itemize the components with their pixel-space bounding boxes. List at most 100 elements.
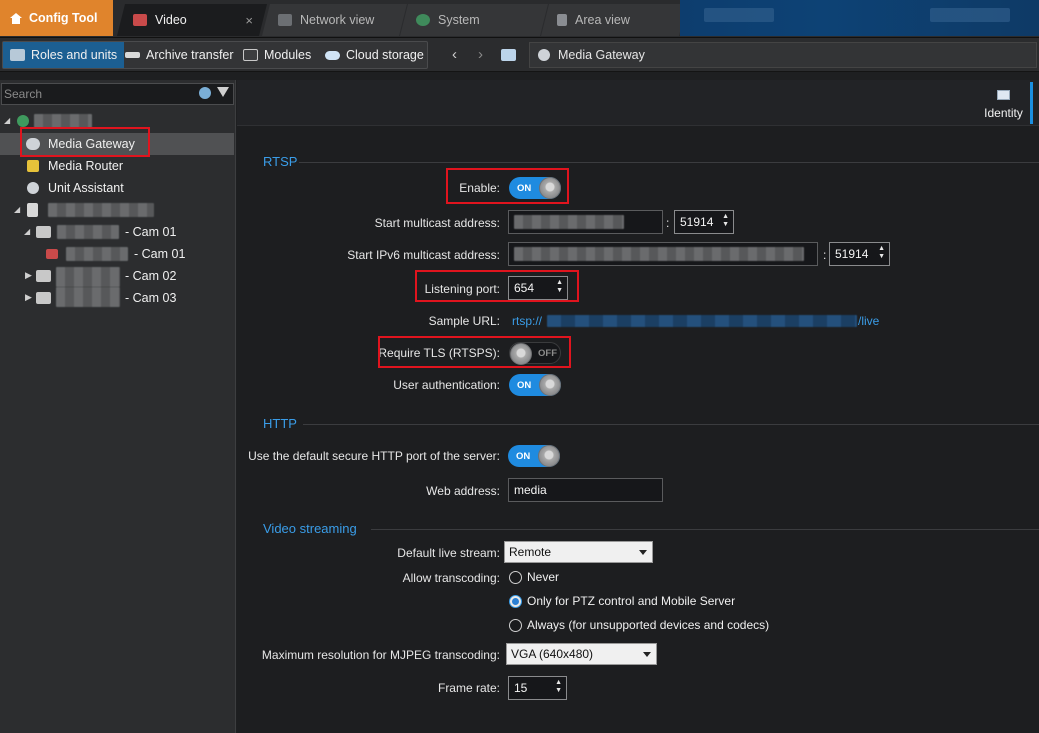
toggle-state: ON <box>517 379 532 391</box>
expand-icon[interactable]: ▶ <box>25 292 32 303</box>
breadcrumb: Media Gateway <box>529 42 1037 68</box>
ipv6-address-field[interactable] <box>508 242 818 266</box>
expand-icon[interactable]: ▶ <box>25 270 32 281</box>
button-label: Roles and units <box>31 48 118 62</box>
identity-icon <box>997 90 1010 100</box>
tab-label: Video <box>155 13 187 27</box>
tree-item-label: - Cam 01 <box>125 225 177 239</box>
archive-transfer-icon <box>125 52 140 58</box>
tab-network-view[interactable]: Network view <box>262 4 407 36</box>
stepper-arrows-icon[interactable]: ▲ ▼ <box>556 279 563 295</box>
close-tab-icon[interactable]: × <box>245 13 253 28</box>
forward-arrow-icon[interactable]: › <box>478 46 483 63</box>
tree-item-unit-assistant[interactable]: Unit Assistant <box>0 177 234 199</box>
back-arrow-icon[interactable]: ‹ <box>452 46 457 63</box>
toggle-knob <box>539 177 561 199</box>
tree-item-label: - Cam 03 <box>125 291 177 305</box>
radio-button[interactable] <box>509 594 522 608</box>
multicast-port-value: 51914 <box>680 215 714 229</box>
default-live-stream-dropdown[interactable]: Remote <box>504 541 653 563</box>
tree-item-label: - Cam 01 <box>134 247 186 261</box>
globe-filter-icon[interactable] <box>199 87 211 99</box>
camera-icon <box>46 249 58 259</box>
tree-item-label: - Cam 02 <box>125 269 177 283</box>
enable-toggle[interactable]: ON <box>509 177 561 199</box>
listening-port-stepper[interactable]: 654 ▲ ▼ <box>508 276 568 300</box>
multicast-port-stepper[interactable]: 51914 ▲ ▼ <box>674 210 734 234</box>
web-address-field[interactable]: media <box>508 478 663 502</box>
tree-item-cam-01[interactable]: - Cam 01 <box>0 243 234 265</box>
redacted-name <box>66 247 128 261</box>
max-resolution-dropdown[interactable]: VGA (640x480) <box>506 643 657 665</box>
history-icon[interactable] <box>501 49 516 61</box>
user-authentication-label: User authentication: <box>393 378 500 392</box>
sample-url-prefix[interactable]: rtsp:// <box>512 314 542 328</box>
collapse-icon[interactable]: ◢ <box>24 227 30 236</box>
tree-item-media-gateway[interactable]: Media Gateway <box>0 133 234 155</box>
home-icon <box>10 12 22 24</box>
divider <box>371 529 1039 530</box>
redacted-name <box>56 287 120 307</box>
tab-system[interactable]: System <box>400 4 548 36</box>
redacted-value <box>514 247 804 261</box>
breadcrumb-label: Media Gateway <box>558 48 645 62</box>
user-authentication-toggle[interactable]: ON <box>509 374 561 396</box>
tab-video[interactable]: Video × <box>117 4 267 36</box>
radio-button[interactable] <box>509 570 522 584</box>
tab-label: Network view <box>300 13 375 27</box>
ipv6-address-label: Start IPv6 multicast address: <box>347 248 500 262</box>
toggle-knob <box>539 374 561 396</box>
filter-icon[interactable] <box>217 87 229 99</box>
archive-transfer-button[interactable]: Archive transfer <box>118 42 241 68</box>
transcoding-option-ptz-mobile[interactable]: Only for PTZ control and Mobile Server <box>509 594 735 608</box>
button-label: Modules <box>264 48 312 62</box>
selected-value: Remote <box>509 545 552 559</box>
transcoding-option-never[interactable]: Never <box>509 570 559 584</box>
network-icon <box>278 14 292 26</box>
default-http-port-toggle[interactable]: ON <box>508 445 560 467</box>
stepper-arrows-icon[interactable]: ▲ ▼ <box>555 679 562 695</box>
system-icon <box>416 14 430 26</box>
properties-panel: Identity RTSP Enable: ON Start multicast… <box>237 80 1039 733</box>
stepper-arrows-icon[interactable]: ▲ ▼ <box>878 245 885 261</box>
area-view-icon <box>557 14 567 26</box>
radio-label: Only for PTZ control and Mobile Server <box>527 594 736 608</box>
tree-root[interactable]: ◢ <box>0 110 234 132</box>
radio-button[interactable] <box>509 618 522 632</box>
media-gateway-icon <box>26 138 40 150</box>
require-tls-toggle[interactable]: OFF <box>509 342 561 365</box>
app-tab-config-tool[interactable]: Config Tool <box>0 0 113 36</box>
tree-item-cam-02-unit[interactable]: ▶ - Cam 02 <box>0 265 234 287</box>
tab-identity[interactable]: Identity <box>977 82 1033 124</box>
sample-url-suffix[interactable]: /live <box>858 314 879 328</box>
app-tab-label: Config Tool <box>29 11 98 25</box>
listening-port-label: Listening port: <box>424 282 500 296</box>
video-icon <box>133 14 147 26</box>
search-input[interactable]: Search <box>1 83 234 105</box>
tree-item-media-router[interactable]: Media Router <box>0 155 234 177</box>
tab-label: Identity <box>984 106 1023 120</box>
section-title-video-streaming: Video streaming <box>263 521 357 536</box>
frame-rate-stepper[interactable]: 15 ▲ ▼ <box>508 676 567 700</box>
multicast-address-field[interactable] <box>508 210 663 234</box>
stepper-arrows-icon[interactable]: ▲ ▼ <box>722 213 729 229</box>
roles-and-units-button[interactable]: Roles and units <box>3 42 125 68</box>
web-address-label: Web address: <box>426 484 500 498</box>
tree-item-archiver[interactable]: ◢ <box>0 199 234 221</box>
tree-item-cam-03-unit[interactable]: ▶ - Cam 03 <box>0 287 234 309</box>
transcoding-option-always[interactable]: Always (for unsupported devices and code… <box>509 618 769 632</box>
modules-button[interactable]: Modules <box>236 42 318 68</box>
redacted-name <box>56 267 120 287</box>
tab-area-view[interactable]: Area view <box>541 4 687 36</box>
tree-item-cam-01-unit[interactable]: ◢ - Cam 01 <box>0 221 234 243</box>
collapse-icon[interactable]: ◢ <box>14 205 20 214</box>
collapse-icon[interactable]: ◢ <box>4 116 10 125</box>
window-title-area <box>680 0 1039 36</box>
allow-transcoding-label: Allow transcoding: <box>402 571 500 585</box>
section-title-rtsp: RTSP <box>263 154 298 169</box>
divider <box>299 162 1039 163</box>
redacted-name <box>34 114 92 128</box>
ipv6-port-stepper[interactable]: 51914 ▲ ▼ <box>829 242 890 266</box>
cloud-storage-button[interactable]: Cloud storage <box>318 42 431 68</box>
encoder-icon <box>36 226 51 238</box>
